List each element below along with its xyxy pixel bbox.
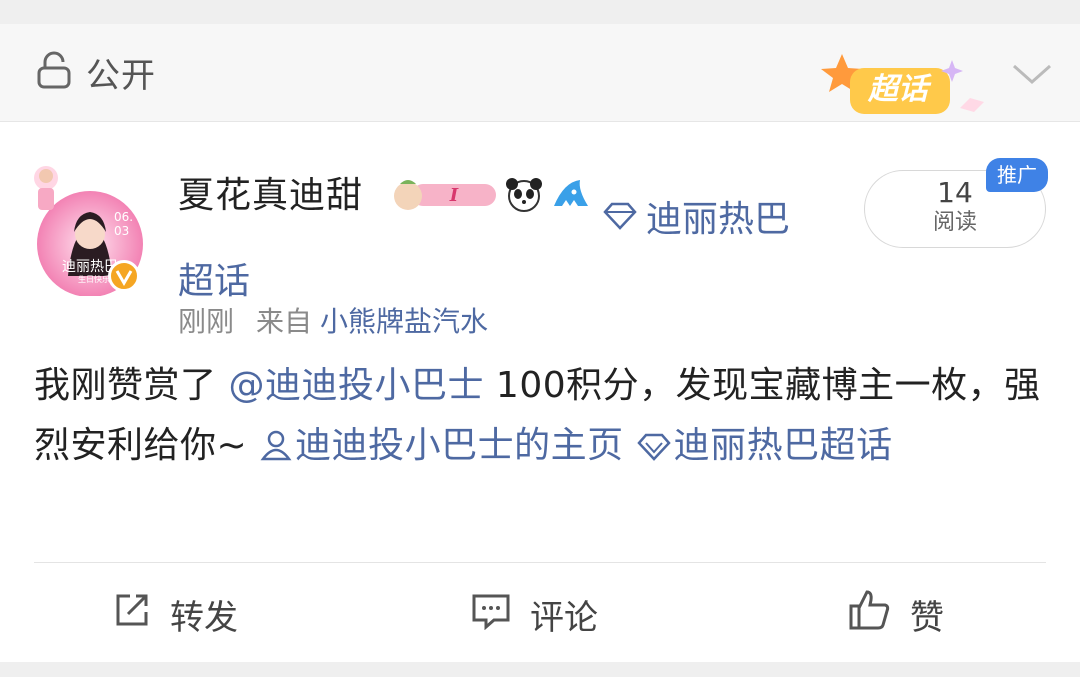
comment-label: 评论 — [530, 597, 598, 638]
action-divider — [34, 562, 1046, 563]
visibility-label: 公开 — [86, 55, 156, 96]
svg-text:I: I — [449, 185, 459, 206]
source-prefix: 来自 — [256, 305, 313, 338]
growth-badge-icon: I — [390, 176, 498, 216]
post-card: 公开 超话 迪丽热巴 生日快乐 06.03 夏花真迪甜 I 迪丽热巴 超话 14… — [0, 24, 1080, 662]
shark-icon — [550, 176, 592, 216]
profile-link[interactable]: 迪迪投小巴士的主页 — [259, 425, 624, 466]
source-link[interactable]: 小熊牌盐汽水 — [320, 305, 488, 338]
action-bar: 转发 评论 赞 — [0, 584, 1080, 644]
post-body: 我刚赞赏了 @迪迪投小巴士 100积分，发现宝藏博主一枚，强烈安利给你~ 迪迪投… — [34, 356, 1050, 481]
user-icon — [259, 421, 293, 481]
mention-link[interactable]: @迪迪投小巴士 — [228, 365, 484, 406]
lock-icon — [36, 51, 72, 93]
avatar-subtext: 生日快乐 — [78, 275, 110, 284]
expand-chevron-button[interactable] — [1010, 56, 1054, 92]
repost-button[interactable]: 转发 — [112, 590, 238, 639]
avatar[interactable]: 迪丽热巴 生日快乐 06.03 — [30, 146, 148, 297]
comment-button[interactable]: 评论 — [470, 590, 598, 639]
visibility-bar: 公开 超话 — [0, 24, 1080, 122]
avatar-date: 06.03 — [114, 210, 134, 238]
like-button[interactable]: 赞 — [848, 589, 944, 638]
topic-link[interactable]: 迪丽热巴超话 — [636, 425, 893, 466]
topic-link-text: 迪丽热巴超话 — [673, 425, 893, 466]
topic-tag-link[interactable]: 迪丽热巴 — [602, 192, 790, 248]
post-time: 刚刚 — [178, 305, 235, 338]
promo-tag[interactable]: 推广 — [986, 158, 1048, 192]
topic-tag-line1: 迪丽热巴 — [646, 199, 791, 240]
post-source: 来自 小熊牌盐汽水 — [256, 302, 488, 342]
supertopic-label: 超话 — [868, 72, 928, 107]
body-text-1: 我刚赞赏了 — [34, 365, 229, 406]
thumbs-up-icon — [848, 588, 892, 641]
chevron-down-icon — [1013, 64, 1051, 85]
profile-link-text: 迪迪投小巴士的主页 — [295, 425, 624, 466]
supertopic-badge[interactable]: 超话 — [820, 50, 990, 126]
post-meta: 刚刚 来自 小熊牌盐汽水 — [178, 302, 488, 342]
visibility-toggle[interactable]: 公开 — [36, 51, 156, 96]
verified-v-icon — [108, 260, 140, 292]
repost-label: 转发 — [170, 597, 238, 638]
diamond-icon — [636, 421, 672, 481]
repost-icon — [112, 590, 152, 639]
like-label: 赞 — [910, 597, 944, 638]
comment-icon — [470, 590, 512, 639]
panda-icon — [504, 176, 544, 216]
author-badges: I — [390, 176, 592, 216]
author-name[interactable]: 夏花真迪甜 — [178, 174, 363, 218]
read-label: 阅读 — [932, 210, 977, 235]
diamond-icon — [602, 192, 638, 248]
